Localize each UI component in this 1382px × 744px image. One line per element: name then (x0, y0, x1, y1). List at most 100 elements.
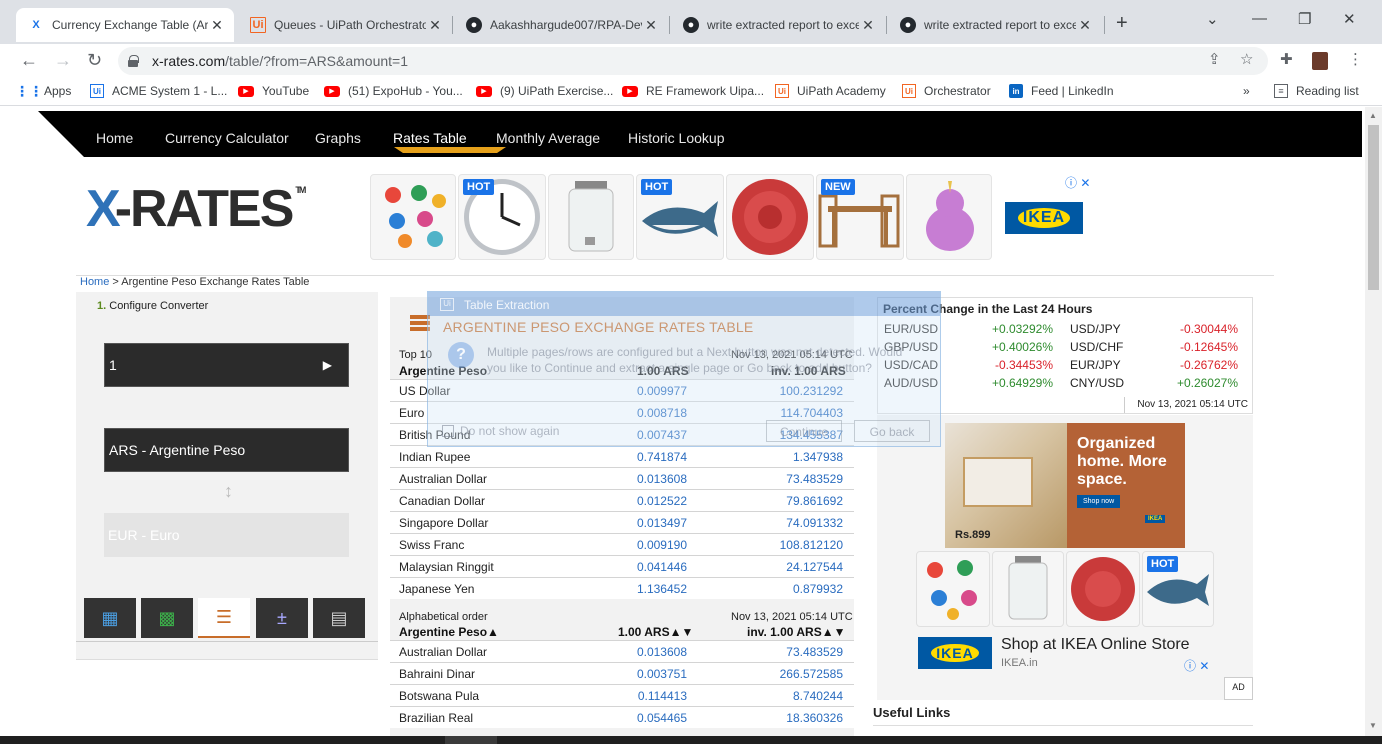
x-rates-logo[interactable]: X-RATES TM (86, 179, 306, 239)
nav-home[interactable]: Home (96, 130, 133, 146)
ikea-logo[interactable]: IKEA (918, 637, 992, 669)
top-ad-banner[interactable]: HOT HOT NEW (370, 174, 992, 260)
rate-link[interactable]: 0.013608 (637, 472, 687, 486)
ad-dining-set[interactable]: NEW (816, 174, 904, 260)
ad-thumb-shark[interactable]: HOT (1142, 551, 1214, 627)
rate-link[interactable]: 0.012522 (637, 494, 687, 508)
bookmark-orchestrator[interactable]: Ui Orchestrator (902, 84, 991, 98)
shop-now-button[interactable]: Shop now (1077, 495, 1121, 508)
rate-link[interactable]: 0.013497 (637, 516, 687, 530)
tab-github-write-report-1[interactable]: ● write extracted report to exce ✕ (671, 8, 885, 42)
address-bar[interactable]: x-rates.com/table/?from=ARS&amount=1 (118, 47, 1268, 75)
inverse-rate-link[interactable]: 0.879932 (793, 582, 843, 596)
bookmark-re-framework[interactable]: ▶ RE Framework Uipa... (622, 84, 764, 98)
currency-pair[interactable]: USD/CHF (1070, 340, 1123, 354)
ad-thumb-jar[interactable] (992, 551, 1064, 627)
scroll-up-icon[interactable]: ▲ (1369, 111, 1377, 120)
table-extraction-dialog[interactable]: Table Extraction Ui ? Multiple pages/row… (427, 291, 941, 447)
nav-rates-table[interactable]: Rates Table (393, 130, 467, 146)
rate-link[interactable]: 0.054465 (637, 711, 687, 725)
do-not-show-checkbox[interactable]: Do not show again (442, 424, 559, 438)
rate-link[interactable]: 0.009190 (637, 538, 687, 552)
ikea-feature-ad[interactable]: Organized home. More space. Shop now Rs.… (945, 423, 1185, 548)
taskbar-active-app[interactable] (445, 736, 497, 744)
lock-icon[interactable] (128, 55, 139, 67)
bookmark-acme[interactable]: Ui ACME System 1 - L... (90, 84, 227, 98)
tab-github-write-report-2[interactable]: ● write extracted report to exce ✕ (888, 8, 1102, 42)
play-arrow-icon[interactable]: ▶ (323, 358, 332, 372)
tab-currency-exchange[interactable]: X Currency Exchange Table (Arg ✕ (16, 8, 234, 42)
currency-pair[interactable]: CNY/USD (1070, 376, 1124, 390)
rate-link[interactable]: 0.114413 (638, 689, 687, 703)
ad-wall-clock[interactable]: HOT (458, 174, 546, 260)
ad-thumb-birds[interactable] (916, 551, 990, 627)
bookmark-youtube[interactable]: ▶ YouTube (238, 84, 309, 98)
inverse-rate-link[interactable]: 74.091332 (786, 516, 843, 530)
tab-github-repo[interactable]: ● Aakashhargude007/RPA-Dev ✕ (454, 8, 668, 42)
go-back-button[interactable]: Go back (854, 420, 930, 442)
breadcrumb-home[interactable]: Home (80, 276, 109, 288)
ad-thumb-flower[interactable] (1066, 551, 1140, 627)
alpha-col-rate[interactable]: 1.00 ARS▲▼ (618, 625, 693, 639)
close-icon[interactable]: ✕ (859, 17, 877, 34)
graph-tab[interactable]: ▩ (141, 598, 193, 638)
forward-button[interactable]: → (54, 50, 72, 71)
reading-list-button[interactable]: ≡ Reading list (1274, 84, 1359, 98)
ad-glass-jar[interactable] (548, 174, 634, 260)
inverse-rate-link[interactable]: 8.740244 (793, 689, 843, 703)
ad-shark-toy[interactable]: HOT (636, 174, 724, 260)
share-icon[interactable]: ⇪ (1208, 50, 1221, 68)
rate-link[interactable]: 0.003751 (637, 667, 687, 681)
new-tab-button[interactable]: + (1116, 12, 1128, 35)
tab-search-icon[interactable]: ⌄ (1206, 10, 1219, 28)
to-currency-select[interactable]: EUR - Euro (104, 513, 349, 557)
inverse-rate-link[interactable]: 266.572585 (780, 667, 843, 681)
back-button[interactable]: ← (20, 50, 38, 71)
rate-link[interactable]: 1.136452 (637, 582, 687, 596)
close-icon[interactable]: ✕ (1076, 17, 1094, 34)
profile-avatar[interactable] (1312, 52, 1328, 70)
bookmark-uipath-exercise[interactable]: ▶ (9) UiPath Exercise... (476, 84, 613, 98)
ikea-store-title[interactable]: Shop at IKEA Online Store (1001, 636, 1190, 654)
alpha-col-currency[interactable]: Argentine Peso▲ (399, 625, 499, 639)
reload-button[interactable]: ↻ (87, 50, 102, 71)
nav-graphs[interactable]: Graphs (315, 130, 361, 146)
calculator-tab[interactable]: ▦ (84, 598, 136, 638)
adchoices-icon[interactable]: ⓘ ✕ (1184, 657, 1209, 674)
nav-monthly-average[interactable]: Monthly Average (496, 130, 600, 146)
inverse-rate-link[interactable]: 24.127544 (786, 560, 843, 574)
more-bookmarks-button[interactable]: » (1243, 84, 1250, 98)
close-icon[interactable]: ✕ (642, 17, 660, 34)
extensions-icon[interactable]: ✚ (1280, 50, 1293, 68)
rate-link[interactable]: 0.041446 (637, 560, 687, 574)
currency-pair[interactable]: USD/JPY (1070, 322, 1121, 336)
bookmark-apps[interactable]: ⋮⋮ Apps (15, 83, 71, 99)
swap-arrows-icon[interactable]: ↕ (224, 481, 233, 502)
ad-unicorn-lamp[interactable] (906, 174, 992, 260)
inverse-rate-link[interactable]: 18.360326 (786, 711, 843, 725)
rate-link[interactable]: 0.013608 (637, 645, 687, 659)
rates-table-tab[interactable]: ☰ (198, 598, 250, 638)
bookmark-star-icon[interactable]: ☆ (1240, 50, 1253, 68)
checkbox-icon[interactable] (442, 425, 454, 437)
scrollbar-thumb[interactable] (1368, 125, 1379, 290)
nav-historic-lookup[interactable]: Historic Lookup (628, 130, 725, 146)
inverse-rate-link[interactable]: 73.483529 (786, 472, 843, 486)
inverse-rate-link[interactable]: 79.861692 (786, 494, 843, 508)
nav-currency-calculator[interactable]: Currency Calculator (165, 130, 289, 146)
ikea-logo[interactable]: IKEA (1005, 202, 1083, 234)
adchoices-icon[interactable]: ⓘ ✕ (1065, 174, 1090, 191)
continue-button[interactable]: Continue (766, 420, 842, 442)
ad-bird-placemats[interactable] (370, 174, 456, 260)
menu-kebab-icon[interactable]: ⋮ (1348, 50, 1363, 68)
restore-button[interactable]: ❐ (1298, 10, 1311, 28)
close-window-button[interactable]: ✕ (1343, 10, 1356, 28)
alpha-col-inverse[interactable]: inv. 1.00 ARS▲▼ (747, 625, 845, 639)
currency-pair[interactable]: EUR/JPY (1070, 358, 1121, 372)
minimize-button[interactable]: — (1252, 10, 1267, 27)
monthly-average-tab[interactable]: ± (256, 598, 308, 638)
rate-link[interactable]: 0.741874 (637, 450, 687, 464)
close-icon[interactable]: ✕ (208, 17, 226, 34)
from-currency-select[interactable]: ARS - Argentine Peso (104, 428, 349, 472)
bookmark-linkedin[interactable]: in Feed | LinkedIn (1009, 84, 1114, 98)
